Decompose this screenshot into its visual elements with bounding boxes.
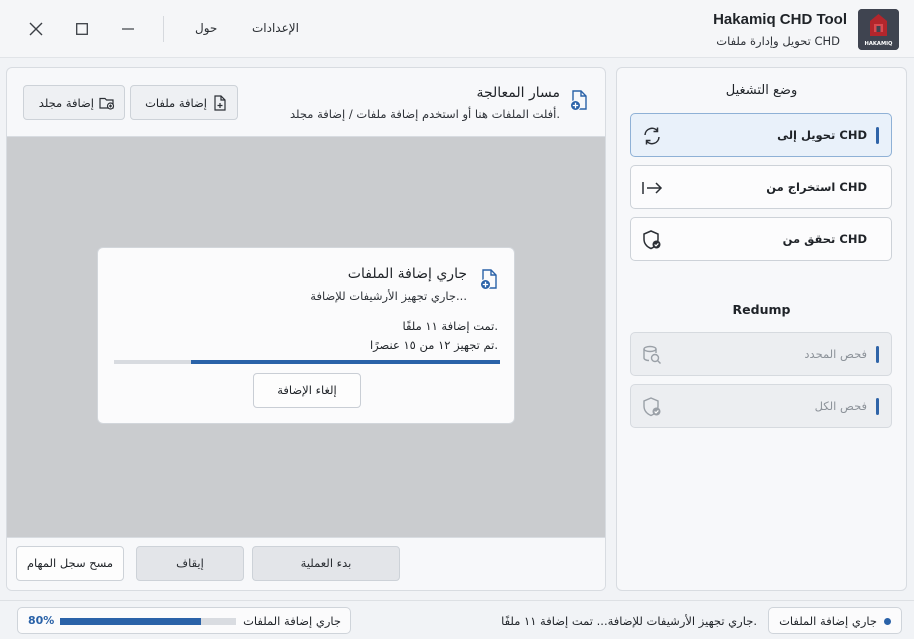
menu-about[interactable]: حول <box>195 21 217 35</box>
dialog-progress-bar <box>114 360 500 364</box>
progress-fill <box>60 618 201 625</box>
operation-mode-heading: وضع التشغيل <box>725 83 798 98</box>
convert-to-chd-button[interactable]: تحويل إلى CHD <box>630 113 892 157</box>
app-subtitle: تحويل وإدارة ملفات CHD <box>716 34 840 48</box>
status-dot-icon <box>884 618 891 625</box>
extract-from-chd-button[interactable]: استخراج من CHD <box>630 165 892 209</box>
extract-label: استخراج من CHD <box>766 180 867 194</box>
scan-selected-button[interactable]: فحص المحدد <box>630 332 892 376</box>
menu-settings[interactable]: الإعدادات <box>252 21 299 35</box>
progress-indicator: جاري إضافة الملفات 80% <box>17 607 351 634</box>
status-bar: جاري إضافة الملفات جاري تجهيز الأرشيفات … <box>0 600 914 639</box>
add-files-button[interactable]: إضافة ملفات <box>130 85 238 120</box>
file-add-icon <box>479 269 499 291</box>
redump-heading: Redump <box>732 302 791 317</box>
shield-check-icon <box>641 396 663 418</box>
progress-bar <box>60 618 236 625</box>
shield-check-icon <box>641 229 663 251</box>
stop-button[interactable]: إيقاف <box>136 546 244 581</box>
verify-chd-button[interactable]: تحقق من CHD <box>630 217 892 261</box>
operation-mode-panel: وضع التشغيل تحويل إلى CHD استخراج من CHD… <box>616 67 907 591</box>
status-badge: جاري إضافة الملفات <box>768 607 902 634</box>
disabled-indicator <box>876 398 879 415</box>
add-folder-label: إضافة مجلد <box>38 96 94 110</box>
dialog-subtitle: جاري تجهيز الأرشيفات للإضافة... <box>310 289 467 303</box>
app-logo: HAKAMIQ <box>858 9 899 50</box>
dialog-title: جاري إضافة الملفات <box>347 266 467 282</box>
file-add-icon <box>569 90 589 112</box>
cancel-add-button[interactable]: إلغاء الإضافة <box>253 373 361 408</box>
clear-log-button[interactable]: مسح سجل المهام <box>16 546 124 581</box>
adding-files-dialog: جاري إضافة الملفات جاري تجهيز الأرشيفات … <box>97 247 515 424</box>
pipeline-hint: أفلت الملفات هنا أو استخدم إضافة ملفات /… <box>290 107 560 121</box>
convert-label: تحويل إلى CHD <box>777 128 867 142</box>
folder-add-icon <box>99 95 115 111</box>
pipeline-title: مسار المعالجة <box>476 85 560 101</box>
verify-label: تحقق من CHD <box>782 232 867 246</box>
add-folder-button[interactable]: إضافة مجلد <box>23 85 125 120</box>
disc-search-icon <box>641 344 663 366</box>
status-message: جاري تجهيز الأرشيفات للإضافة... تمت إضاف… <box>501 614 757 628</box>
maximize-icon[interactable] <box>66 14 98 44</box>
files-added-text: تمت إضافة ١١ ملفًا. <box>402 319 498 333</box>
export-arrow-icon <box>641 177 663 199</box>
scan-all-label: فحص الكل <box>814 399 867 413</box>
disabled-indicator <box>876 346 879 363</box>
refresh-icon <box>641 125 663 147</box>
minimize-icon[interactable] <box>112 14 144 44</box>
app-title: Hakamiq CHD Tool <box>713 11 847 28</box>
title-bar: حول الإعدادات Hakamiq CHD Tool تحويل وإد… <box>0 0 914 58</box>
title-separator <box>163 16 164 42</box>
start-button[interactable]: بدء العملية <box>252 546 400 581</box>
action-bar: مسح سجل المهام إيقاف بدء العملية <box>7 537 605 590</box>
status-state: جاري إضافة الملفات <box>779 614 877 628</box>
active-indicator <box>876 127 879 144</box>
close-icon[interactable] <box>20 14 52 44</box>
file-add-icon <box>212 95 228 111</box>
scan-all-button[interactable]: فحص الكل <box>630 384 892 428</box>
scan-selected-label: فحص المحدد <box>804 347 867 361</box>
add-files-label: إضافة ملفات <box>145 96 207 110</box>
progress-percent: 80% <box>28 614 55 627</box>
dialog-progress-fill <box>191 360 500 364</box>
logo-text: HAKAMIQ <box>865 41 893 47</box>
items-prepared-text: تم تجهيز ١٢ من ١٥ عنصرًا. <box>369 338 498 352</box>
progress-label: جاري إضافة الملفات <box>243 614 341 628</box>
